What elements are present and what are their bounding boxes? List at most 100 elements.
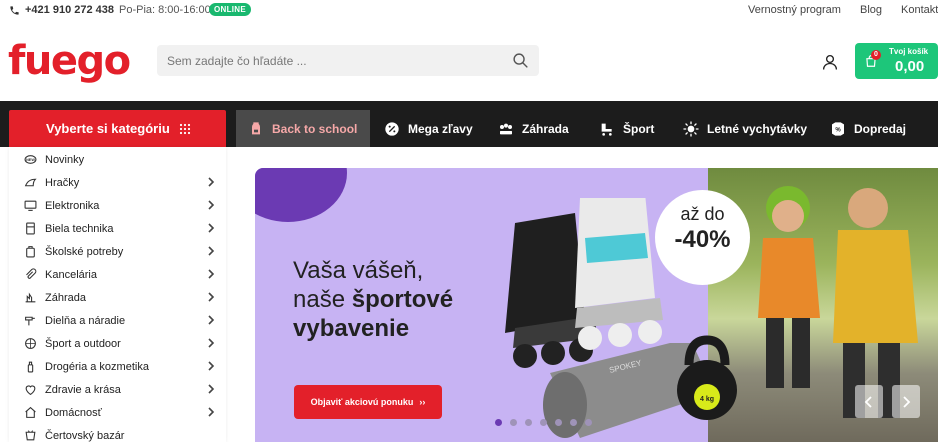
sidebar-item-drogeria-a-kozmetika[interactable]: Drogéria a kozmetika [9,355,226,378]
discount-value: -40% [674,226,731,253]
sidebar-item-label: Elektronika [45,200,100,212]
tools-icon [25,316,35,326]
skate-icon [601,123,612,136]
top-bar: +421 910 272 438 Po-Pia: 8:00-16:00 ONLI… [0,0,938,22]
ball-icon [25,338,36,349]
search-input[interactable] [157,45,497,76]
sidebar-item-zahrada[interactable]: Záhrada [9,286,226,309]
sidebar-item-label: Čertovský bazár [45,430,125,442]
cart-button[interactable]: 0 Tvoj košík 0,00 [855,43,938,79]
nav-item-mega-zlavy[interactable]: Mega zľavy [384,110,473,147]
slider-dots [495,419,592,426]
category-menu-label: Vyberte si kategóriu [46,121,170,136]
new-icon: NEW [24,155,37,164]
sidebar-item-label: Domácnosť [45,407,102,419]
cart-total: 0,00 [895,58,925,75]
nav-item-dopredaj[interactable]: % Dopredaj [830,110,906,147]
nav-item-label: Letné vychytávky [707,121,808,136]
health-icon [25,385,36,396]
slider-dot[interactable] [510,419,517,426]
decorative-blob [255,168,347,222]
sidebar-item-hracky[interactable]: Hračky [9,171,226,194]
slider-next-button[interactable] [892,385,920,418]
user-account-icon[interactable] [821,53,839,71]
category-sidebar: NEW Novinky Hračky Elektronika Biela tec… [9,147,226,442]
discount-badge: až do -40% [655,190,750,285]
flowers-icon [500,123,512,134]
slider-prev-button[interactable] [855,385,883,418]
nav-item-zahrada[interactable]: Záhrada [498,110,569,147]
sidebar-item-biela-technika[interactable]: Biela technika [9,217,226,240]
sidebar-item-label: Drogéria a kozmetika [45,361,149,373]
toy-icon [24,178,37,187]
hero-banner[interactable]: Vaša vášeň, naše športové vybavenie Obja… [255,168,938,442]
phone-icon [10,5,19,15]
kettlebell-image: 4 kg [677,335,737,420]
sidebar-item-dielna-a-naradie[interactable]: Dielňa a náradie [9,309,226,332]
chevron-left-icon [864,396,872,408]
cta-label: Objaviť akciovú ponuku [310,397,414,407]
nav-item-label: Šport [623,121,655,136]
kettlebell-weight-label: 4 kg [700,396,714,403]
chevron-right-icon [208,223,215,233]
phone-contact[interactable]: +421 910 272 438 [9,4,114,16]
sun-icon [683,120,699,137]
chevron-right-icon [208,315,215,325]
blog-link[interactable]: Blog [860,4,882,16]
sidebar-item-label: Záhrada [45,292,86,304]
phone-number: +421 910 272 438 [25,4,115,16]
chevron-right-icon [208,177,215,187]
chevron-right-icon [208,269,215,279]
home-icon [25,406,36,418]
category-menu-button[interactable]: Vyberte si kategóriu [9,110,226,147]
sidebar-item-label: Šport a outdoor [45,338,121,350]
cart-count-badge: 0 [871,50,881,60]
sidebar-item-skolske-potreby[interactable]: Školské potreby [9,240,226,263]
sidebar-item-label: Kancelária [45,269,97,281]
backpack-icon [252,121,260,134]
sidebar-item-label: Dielňa a náradie [45,315,126,327]
sale-tag-icon: % [832,121,844,136]
slider-dot[interactable] [570,419,577,426]
chevron-right-icon [208,361,215,371]
search-icon[interactable] [512,52,529,69]
grid-dots-icon [179,123,190,134]
sidebar-item-elektronika[interactable]: Elektronika [9,194,226,217]
slider-dot[interactable] [585,419,592,426]
loyalty-program-link[interactable]: Vernostný program [748,4,841,16]
double-chevron-icon: ›› [419,397,426,407]
nav-item-sport[interactable]: Šport [599,110,654,147]
headline-line-2-bold: športové [351,286,454,313]
discover-offer-button[interactable]: Objaviť akciovú ponuku ›› [294,385,442,419]
fridge-icon [26,222,35,235]
chevron-right-icon [208,338,215,348]
sidebar-item-label: Zdravie a krása [45,384,121,396]
chevron-right-icon [208,246,215,256]
slider-dot[interactable] [525,419,532,426]
percent-badge-icon [385,121,399,136]
slider-dot[interactable] [495,419,502,426]
slider-dot[interactable] [555,419,562,426]
sidebar-item-label: Školské potreby [45,246,124,258]
garden-icon [25,292,36,303]
sidebar-item-domacnost[interactable]: Domácnosť [9,401,226,424]
contact-link[interactable]: Kontakt [901,4,938,16]
headline-line-3: vybavenie [293,315,410,342]
sidebar-item-certovsky-bazar[interactable]: Čertovský bazár [9,424,226,442]
slider-dot[interactable] [540,419,547,426]
sidebar-item-label: Hračky [45,177,80,189]
sidebar-item-sport-a-outdoor[interactable]: Šport a outdoor [9,332,226,355]
monitor-icon [24,200,37,211]
nav-item-label: Mega zľavy [408,121,473,136]
nav-item-letne-vychytavky[interactable]: Letné vychytávky [683,110,807,147]
opening-hours: Po-Pia: 8:00-16:00 [119,4,211,16]
nav-item-back-to-school[interactable]: Back to school [236,110,371,147]
chevron-right-icon [208,292,215,302]
banner-headline: Vaša vášeň, naše športové vybavenie [293,256,453,343]
sidebar-item-zdravie-a-krasa[interactable]: Zdravie a krása [9,378,226,401]
fuego-logo[interactable]: fuego [8,37,131,85]
school-bag-icon [26,246,35,258]
sidebar-item-label: Biela technika [45,223,114,235]
sidebar-item-novinky[interactable]: NEW Novinky [9,148,226,171]
sidebar-item-kancelaria[interactable]: Kancelária [9,263,226,286]
